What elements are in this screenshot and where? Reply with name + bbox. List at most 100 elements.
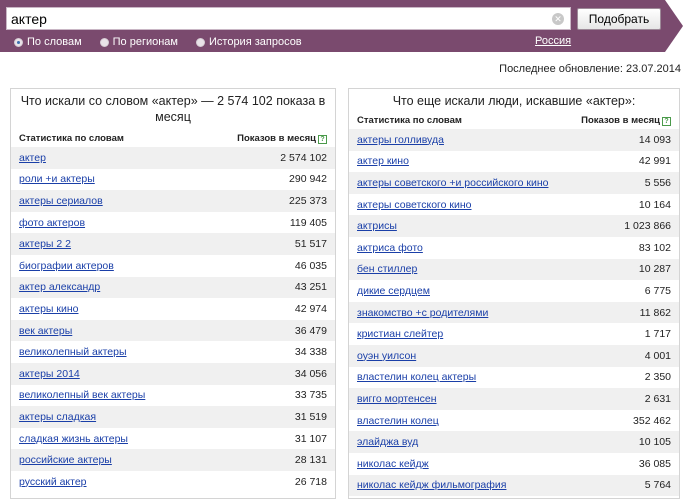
- shows-count: 11 862: [639, 306, 671, 319]
- header-arrow: [665, 0, 683, 52]
- words-table-header: Статистика по словам Показов в месяц?: [11, 131, 335, 145]
- column-keyword: Статистика по словам: [19, 132, 124, 144]
- keyword-link[interactable]: актеры кино: [19, 303, 78, 315]
- filter-by-words[interactable]: По словам: [14, 35, 82, 49]
- shows-count: 290 942: [289, 173, 327, 186]
- help-icon[interactable]: ?: [662, 116, 671, 126]
- related-table-header: Статистика по словам Показов в месяц?: [349, 113, 679, 127]
- table-row: оуэн уилсон 4 001: [349, 344, 679, 367]
- keyword-link[interactable]: российские актеры: [19, 454, 112, 466]
- keyword-link[interactable]: актер кино: [357, 155, 409, 167]
- keyword-link[interactable]: николас кейдж: [357, 458, 429, 470]
- radio-selected-icon[interactable]: [14, 37, 23, 47]
- keyword-link[interactable]: фото актеров: [19, 217, 85, 229]
- keyword-link[interactable]: актеры 2014: [19, 368, 80, 380]
- pick-button[interactable]: Подобрать: [577, 8, 661, 30]
- table-row: элайджа вуд 10 105: [349, 431, 679, 453]
- shows-count: 5 556: [644, 176, 671, 189]
- keyword-link[interactable]: актер александр: [19, 281, 100, 293]
- table-row: актриса фото 83 102: [349, 236, 679, 259]
- shows-count: 5 764: [644, 479, 671, 492]
- keyword-link[interactable]: дикие сердцем: [357, 285, 430, 297]
- filter-by-regions[interactable]: По регионам: [99, 35, 178, 49]
- table-row: николас кейдж 36 085: [349, 452, 679, 475]
- keyword-link[interactable]: великолепный актеры: [19, 346, 127, 358]
- clear-icon[interactable]: ✕: [552, 13, 564, 25]
- keyword-link[interactable]: русский актер: [19, 476, 87, 488]
- shows-count: 6 775: [644, 284, 671, 297]
- keyword-link[interactable]: сладкая жизнь актеры: [19, 433, 128, 445]
- shows-count: 10 164: [638, 198, 671, 211]
- keyword-link[interactable]: актеры голливуда: [357, 134, 444, 146]
- shows-count: 119 405: [289, 216, 327, 229]
- shows-count: 10 105: [638, 436, 671, 449]
- radio-icon[interactable]: [99, 37, 109, 47]
- keyword-link[interactable]: актер: [19, 152, 46, 164]
- table-row: дикие сердцем 6 775: [349, 280, 679, 302]
- shows-count: 4 001: [644, 349, 671, 362]
- table-row: российские актеры 28 131: [11, 449, 335, 471]
- keyword-link[interactable]: великолепный век актеры: [19, 389, 145, 401]
- search-box: ✕: [6, 7, 571, 30]
- keyword-link[interactable]: властелин колец актеры: [357, 371, 476, 383]
- table-row: актеры 2 2 51 517: [11, 233, 335, 255]
- words-panel: Что искали со словом «актер» — 2 574 102…: [10, 88, 336, 499]
- table-row: актер александр 43 251: [11, 276, 335, 299]
- keyword-link[interactable]: актеры сериалов: [19, 195, 103, 207]
- shows-count: 33 735: [294, 389, 327, 402]
- shows-count: 1 023 866: [624, 220, 671, 233]
- shows-count: 36 479: [294, 324, 327, 337]
- keyword-link[interactable]: актеры советского кино: [357, 199, 472, 211]
- column-shows: Показов в месяц?: [237, 133, 327, 144]
- related-panel-title: Что еще искали люди, искавшие «актер»:: [392, 94, 636, 108]
- shows-count: 14 093: [638, 133, 671, 146]
- keyword-link[interactable]: век актеры: [19, 325, 72, 337]
- table-row: актеры кино 42 974: [11, 298, 335, 320]
- table-row: властелин колец 352 462: [349, 409, 679, 432]
- keyword-link[interactable]: николас кейдж фильмография: [357, 479, 506, 491]
- region-link[interactable]: Россия: [535, 35, 571, 47]
- table-row: русский актер 26 718: [11, 470, 335, 493]
- keyword-link[interactable]: актеры советского +и российского кино: [357, 177, 548, 189]
- search-mode-filters: По словам По регионам История запросов: [14, 35, 302, 49]
- shows-count: 2 631: [644, 392, 671, 405]
- shows-count: 83 102: [638, 241, 671, 254]
- shows-count: 34 338: [294, 346, 327, 359]
- keyword-link[interactable]: актрисы: [357, 220, 397, 232]
- keyword-link[interactable]: элайджа вуд: [357, 436, 418, 448]
- keyword-link[interactable]: вигго мортенсен: [357, 393, 437, 405]
- filter-query-history[interactable]: История запросов: [196, 35, 302, 49]
- shows-count: 42 974: [294, 302, 327, 315]
- shows-count: 2 350: [644, 371, 671, 384]
- shows-count: 46 035: [294, 259, 327, 272]
- column-keyword: Статистика по словам: [357, 114, 462, 126]
- words-panel-title: Что искали со словом «актер» — 2 574 102…: [20, 94, 326, 124]
- table-row: роли +и актеры 290 942: [11, 168, 335, 191]
- shows-count: 43 251: [294, 281, 327, 294]
- keyword-link[interactable]: оуэн уилсон: [357, 350, 416, 362]
- shows-count: 225 373: [289, 194, 327, 207]
- shows-count: 36 085: [638, 457, 671, 470]
- shows-count: 352 462: [633, 414, 671, 427]
- shows-count: 31 519: [294, 410, 327, 423]
- keyword-link[interactable]: актеры 2 2: [19, 238, 71, 250]
- keyword-link[interactable]: кристиан слейтер: [357, 328, 443, 340]
- table-row: николас кейдж фильмография 5 764: [349, 474, 679, 497]
- table-row: фото актеров 119 405: [11, 211, 335, 234]
- table-row: великолепный актеры 34 338: [11, 341, 335, 363]
- search-header: ✕ Подобрать По словам По регионам Истори…: [0, 0, 688, 52]
- keyword-link[interactable]: роли +и актеры: [19, 173, 95, 185]
- help-icon[interactable]: ?: [318, 134, 327, 144]
- keyword-link[interactable]: актриса фото: [357, 242, 423, 254]
- keyword-link[interactable]: биографии актеров: [19, 260, 114, 272]
- keyword-link[interactable]: знакомство +с родителями: [357, 307, 488, 319]
- search-input[interactable]: [11, 10, 541, 28]
- keyword-link[interactable]: властелин колец: [357, 415, 439, 427]
- keyword-link[interactable]: актеры сладкая: [19, 411, 96, 423]
- table-row: властелин колец актеры 2 350: [349, 366, 679, 389]
- table-row: сладкая жизнь актеры 31 107: [11, 427, 335, 450]
- table-row: актер кино 42 991: [349, 150, 679, 173]
- radio-icon[interactable]: [196, 37, 205, 47]
- words-table: актер 2 574 102 роли +и актеры 290 942 актер…: [11, 147, 335, 493]
- keyword-link[interactable]: бен стиллер: [357, 263, 417, 275]
